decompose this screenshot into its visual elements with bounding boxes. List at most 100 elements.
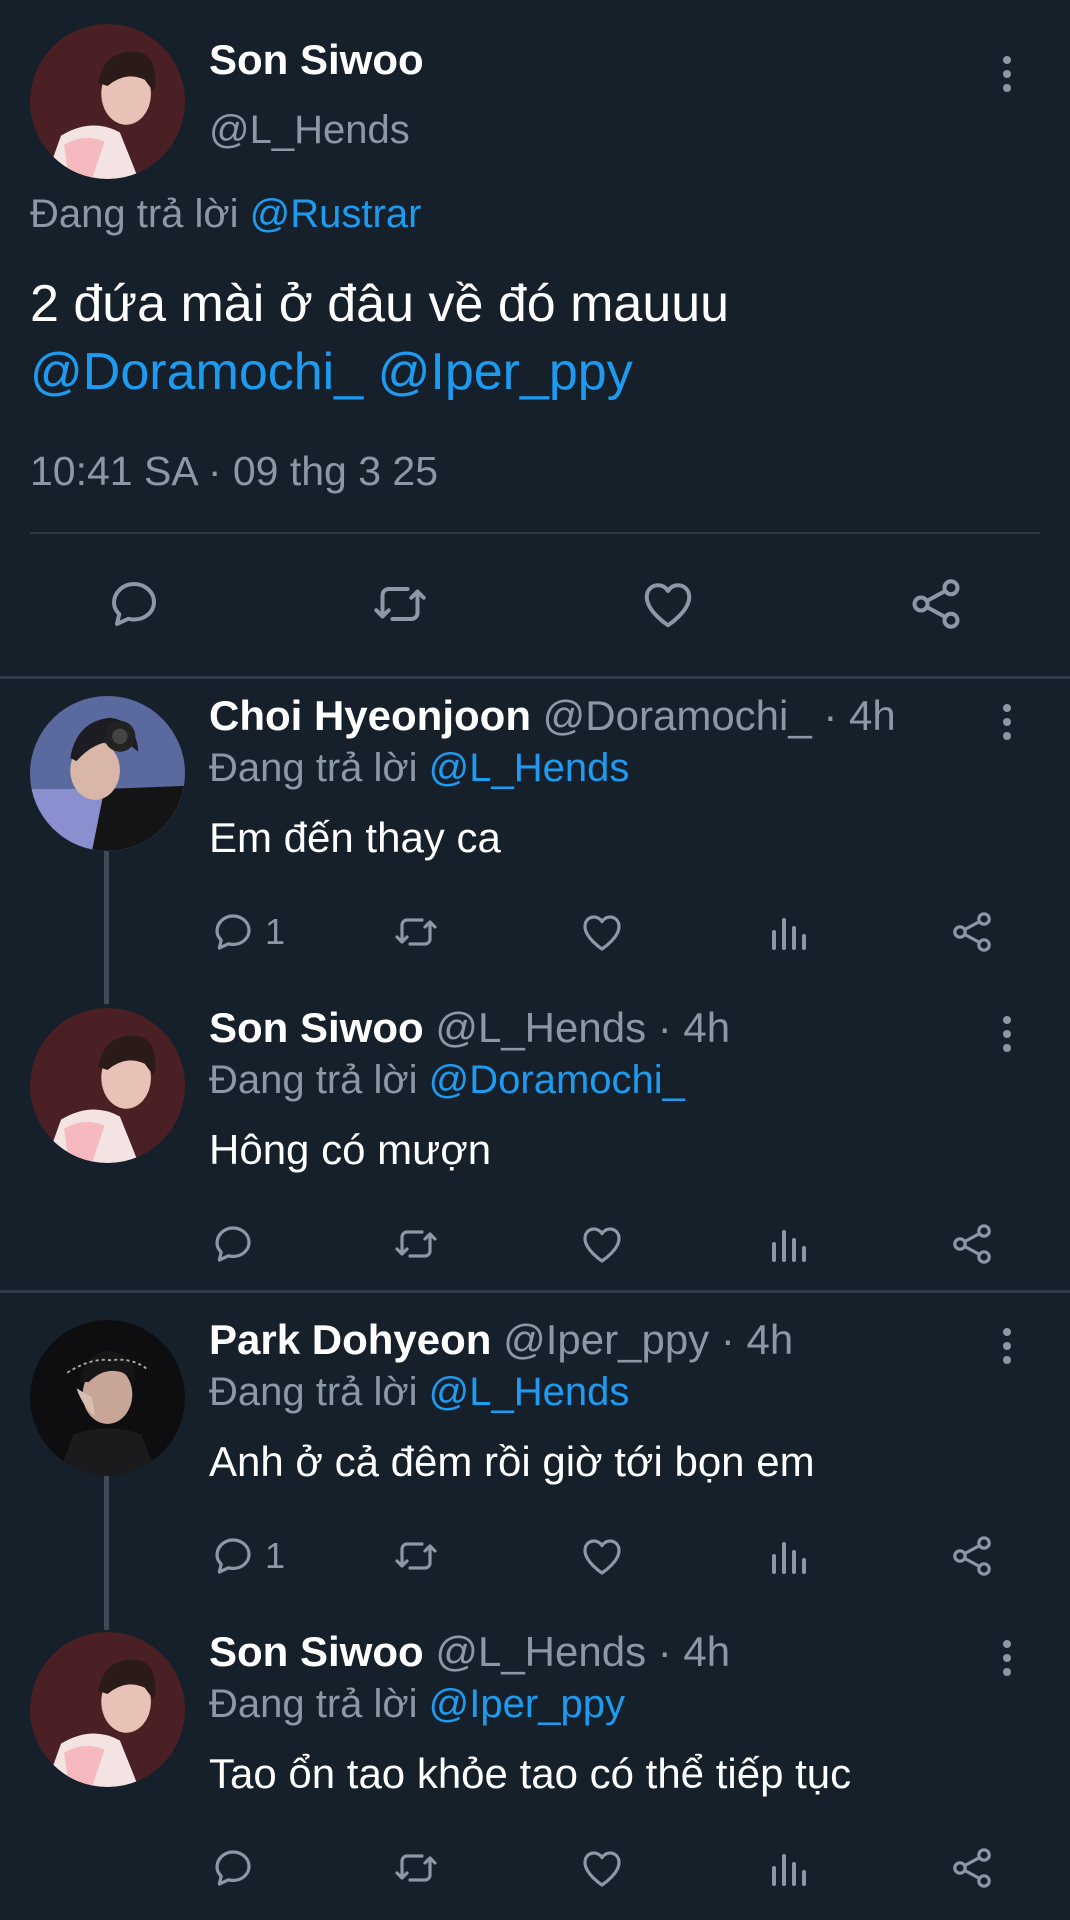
reply-tweet[interactable]: Son Siwoo @L_Hends · 4h Đang trả lời @Ip… [0,1628,1070,1920]
reply-header: Son Siwoo @L_Hends · 4h [209,1628,730,1676]
mention-link[interactable]: @Iper_ppy [378,343,633,401]
like-icon [638,574,698,634]
replying-to-link[interactable]: @L_Hends [429,746,630,790]
reply-button[interactable] [104,574,164,634]
reply-tweet[interactable]: Park Dohyeon @Iper_ppy · 4h Đang trả lời… [0,1316,1070,1616]
retweet-icon [392,1844,440,1892]
retweet-button[interactable] [392,908,440,956]
reply-icon [209,908,257,956]
views-icon [764,908,812,956]
tweet-text-line: 2 đứa mài ở đâu về đó mauuu [30,275,730,333]
replying-prefix: Đang trả lời [209,1682,418,1726]
replying-to-line: Đang trả lời @Doramochi_ [209,1058,685,1103]
share-button[interactable] [948,908,996,956]
reply-author-name[interactable]: Son Siwoo [209,1004,424,1051]
retweet-button[interactable] [392,1532,440,1580]
reply-header: Park Dohyeon @Iper_ppy · 4h [209,1316,793,1364]
like-icon [578,908,626,956]
reply-button[interactable]: 1 [209,1532,285,1580]
more-options-icon[interactable] [992,1636,1022,1680]
share-icon [948,908,996,956]
reply-text: Hông có mượn [209,1126,492,1173]
author-name[interactable]: Son Siwoo [209,36,424,84]
replying-prefix: Đang trả lời [30,192,239,236]
share-button[interactable] [948,1844,996,1892]
views-button[interactable] [764,908,812,956]
replying-prefix: Đang trả lời [209,1058,418,1102]
share-button[interactable] [906,574,966,634]
replying-to-link[interactable]: @L_Hends [429,1370,630,1414]
like-button[interactable] [578,1532,626,1580]
reply-icon [104,574,164,634]
retweet-icon [392,908,440,956]
section-divider [0,1290,1070,1293]
like-button[interactable] [578,908,626,956]
reply-icon [209,1532,257,1580]
divider [30,532,1040,534]
reply-tweet[interactable]: Choi Hyeonjoon @Doramochi_ · 4h Đang trả… [0,692,1070,992]
replying-to-link[interactable]: @Rustrar [250,192,422,236]
views-icon [764,1532,812,1580]
retweet-button[interactable] [392,1220,440,1268]
replying-to-line: Đang trả lời @Iper_ppy [209,1682,625,1727]
tweet-timestamp: 10:41 SA · 09 thg 3 25 [30,448,439,494]
reply-tweet[interactable]: Son Siwoo @L_Hends · 4h Đang trả lời @Do… [0,1004,1070,1284]
avatar[interactable] [30,1008,185,1163]
views-icon [764,1844,812,1892]
like-icon [578,1220,626,1268]
tweet-thread-page: Son Siwoo @L_Hends Đang trả lời @Rustrar… [0,0,1070,1920]
views-button[interactable] [764,1532,812,1580]
retweet-button[interactable] [370,574,430,634]
reply-handle-time: @Iper_ppy · 4h [503,1316,794,1363]
like-button[interactable] [578,1844,626,1892]
share-icon [948,1220,996,1268]
avatar[interactable] [30,696,185,851]
replying-to-link[interactable]: @Iper_ppy [429,1682,625,1726]
reply-handle-time: @Doramochi_ · 4h [542,692,896,739]
views-button[interactable] [764,1220,812,1268]
reply-author-name[interactable]: Choi Hyeonjoon [209,692,531,739]
more-options-icon[interactable] [992,52,1022,96]
replying-prefix: Đang trả lời [209,1370,418,1414]
reply-author-name[interactable]: Park Dohyeon [209,1316,491,1363]
replying-to-line: Đang trả lời @Rustrar [30,192,421,237]
retweet-icon [370,574,430,634]
avatar[interactable] [30,1632,185,1787]
reply-handle-time: @L_Hends · 4h [435,1004,731,1051]
reply-button[interactable] [209,1844,265,1892]
retweet-icon [392,1220,440,1268]
views-icon [764,1220,812,1268]
share-icon [948,1532,996,1580]
reply-button[interactable]: 1 [209,908,285,956]
replying-to-line: Đang trả lời @L_Hends [209,746,629,791]
share-button[interactable] [948,1532,996,1580]
views-button[interactable] [764,1844,812,1892]
share-icon [906,574,966,634]
reply-handle-time: @L_Hends · 4h [435,1628,731,1675]
replying-to-line: Đang trả lời @L_Hends [209,1370,629,1415]
author-handle[interactable]: @L_Hends [209,108,410,153]
avatar[interactable] [30,24,185,179]
more-options-icon[interactable] [992,1324,1022,1368]
more-options-icon[interactable] [992,700,1022,744]
reply-button[interactable] [209,1220,265,1268]
reply-text: Em đến thay ca [209,814,501,861]
reply-icon [209,1220,257,1268]
more-options-icon[interactable] [992,1012,1022,1056]
like-icon [578,1532,626,1580]
like-button[interactable] [638,574,698,634]
reply-text: Tao ổn tao khỏe tao có thể tiếp tục [209,1750,852,1797]
share-button[interactable] [948,1220,996,1268]
reply-header: Choi Hyeonjoon @Doramochi_ · 4h [209,692,896,740]
mention-link[interactable]: @Doramochi_ [30,343,363,401]
reply-text: Anh ở cả đêm rồi giờ tới bọn em [209,1438,815,1485]
reply-count: 1 [265,1535,286,1576]
reply-count: 1 [265,911,286,952]
like-button[interactable] [578,1220,626,1268]
retweet-button[interactable] [392,1844,440,1892]
replying-to-link[interactable]: @Doramochi_ [429,1058,685,1102]
main-tweet[interactable]: Son Siwoo @L_Hends Đang trả lời @Rustrar… [0,0,1070,676]
section-divider [0,676,1070,679]
reply-author-name[interactable]: Son Siwoo [209,1628,424,1675]
avatar[interactable] [30,1320,185,1475]
